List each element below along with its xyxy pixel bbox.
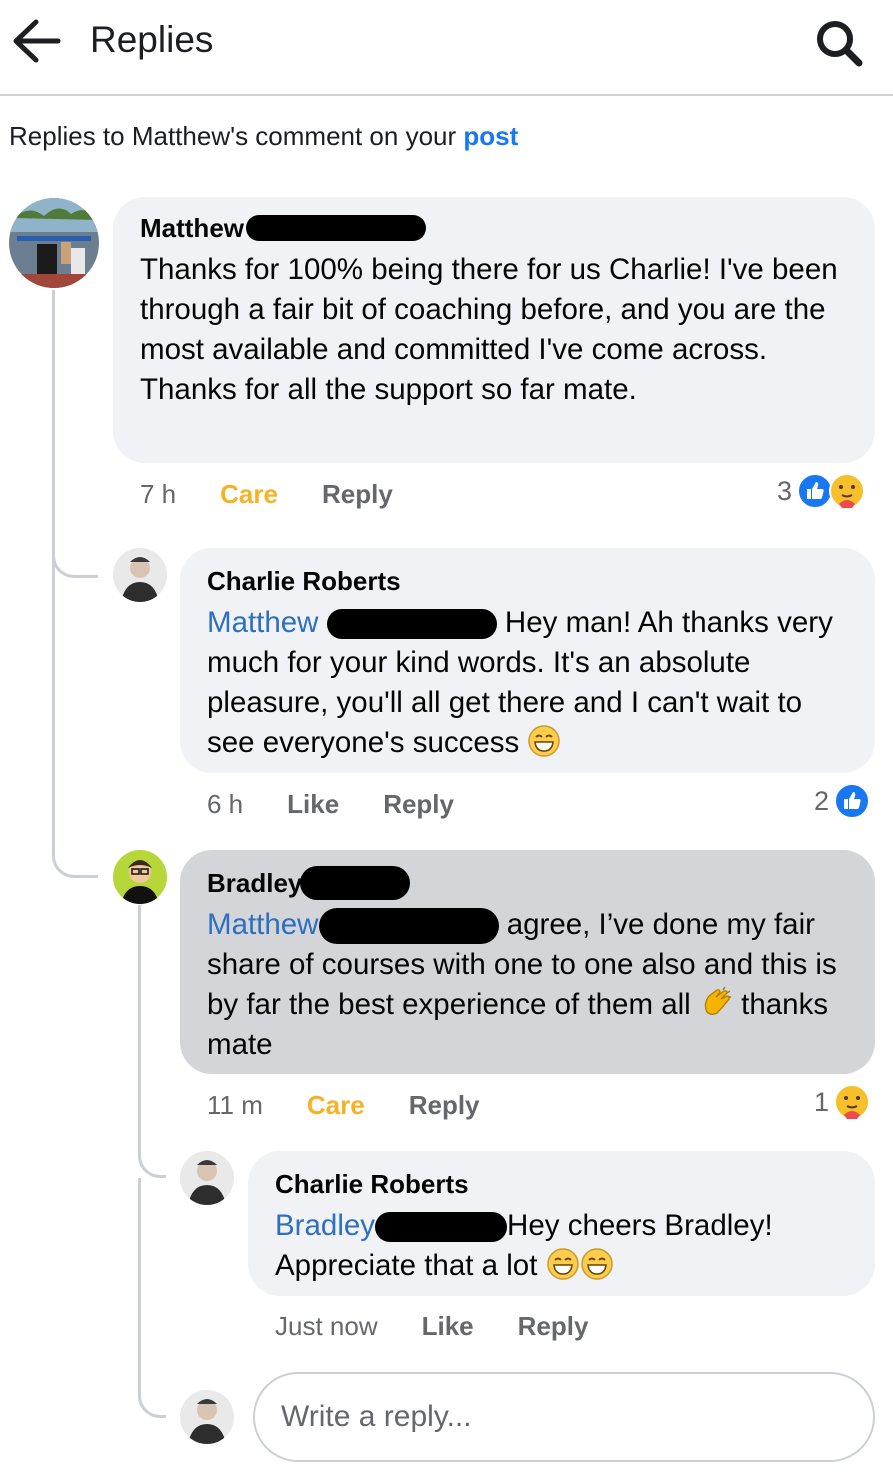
comment-actions: Just now Like Reply <box>275 1311 632 1342</box>
reaction-count: 3 <box>777 475 793 506</box>
illustrated-avatar-icon <box>113 850 167 904</box>
care-button[interactable]: Care <box>307 1090 365 1121</box>
context-text: Replies to Matthew's comment on your <box>9 121 464 151</box>
comment-actions: 6 h Like Reply <box>207 789 498 820</box>
page-title: Replies <box>90 19 214 60</box>
comment-bubble-highlighted: Bradley Matthew agree, I’ve done my fair… <box>180 850 875 1074</box>
comment-actions: 11 m Care Reply <box>207 1090 524 1121</box>
comment-author[interactable]: Charlie Roberts <box>207 564 855 598</box>
reaction-summary[interactable]: 3 <box>777 471 866 511</box>
arrow-left-icon[interactable] <box>10 18 62 64</box>
reaction-summary[interactable]: 2 <box>814 781 871 821</box>
profile-avatar-icon <box>113 548 167 602</box>
thread-connector <box>52 578 98 878</box>
comment-text: Thanks for 100% being there for us Charl… <box>140 253 838 406</box>
mention-link[interactable]: Matthew <box>207 908 319 941</box>
grinning-emoji-icon <box>580 1247 614 1281</box>
grinning-emoji-icon <box>527 724 561 758</box>
thread-line <box>138 905 141 1155</box>
comment-bubble: Matthew Thanks for 100% being there for … <box>113 197 875 463</box>
care-button[interactable]: Care <box>220 479 278 510</box>
thread-line <box>52 290 55 580</box>
author-name[interactable]: Bradley <box>207 868 302 898</box>
post-link[interactable]: post <box>463 121 518 151</box>
search-icon[interactable] <box>812 16 866 70</box>
clapping-hands-emoji-icon <box>699 986 733 1020</box>
avatar[interactable] <box>180 1151 234 1205</box>
thread-connector <box>138 1178 166 1418</box>
comment-bubble: Charlie Roberts Bradley Hey cheers Bradle… <box>248 1151 875 1296</box>
grinning-emoji-icon <box>546 1247 580 1281</box>
comment-author[interactable]: Charlie Roberts <box>275 1167 855 1201</box>
care-reaction-icon <box>829 473 866 509</box>
comment-actions: 7 h Care Reply <box>140 479 437 510</box>
redaction-mark <box>326 609 497 640</box>
reply-input[interactable] <box>253 1372 875 1462</box>
avatar[interactable] <box>113 850 167 904</box>
comment-time: Just now <box>275 1311 378 1341</box>
profile-avatar-icon <box>180 1390 234 1444</box>
like-reaction-icon <box>834 783 871 819</box>
comment-author[interactable]: Bradley <box>207 866 855 900</box>
reply-button[interactable]: Reply <box>383 789 454 820</box>
thread-connector <box>138 1130 166 1178</box>
avatar[interactable] <box>9 198 99 288</box>
care-reaction-icon <box>834 1084 871 1120</box>
redaction-mark <box>300 866 411 900</box>
mention-link[interactable]: Bradley <box>275 1209 375 1242</box>
mention-link[interactable]: Matthew <box>207 606 319 639</box>
composer-avatar <box>180 1390 234 1444</box>
comment-text: Bradley Hey cheers Bradley! Appreciate th… <box>275 1206 855 1286</box>
comment-text: Matthew agree, I’ve done my fair share o… <box>207 905 855 1065</box>
author-name[interactable]: Matthew <box>140 213 244 243</box>
reply-button[interactable]: Reply <box>322 479 393 510</box>
thread-connector <box>52 540 98 578</box>
reply-context: Replies to Matthew's comment on your pos… <box>9 121 518 152</box>
reply-button[interactable]: Reply <box>518 1311 589 1342</box>
redaction-mark <box>246 215 426 241</box>
comment-bubble: Charlie Roberts Matthew Hey man! Ah than… <box>180 548 875 773</box>
comment-time: 7 h <box>140 479 177 509</box>
redaction-mark <box>318 908 499 945</box>
redaction-mark <box>375 1212 508 1243</box>
like-button[interactable]: Like <box>422 1311 474 1342</box>
reply-button[interactable]: Reply <box>409 1090 480 1121</box>
comment-author[interactable]: Matthew <box>140 211 855 245</box>
comment-text: Matthew Hey man! Ah thanks very much for… <box>207 603 855 763</box>
photo-avatar-icon <box>9 198 99 288</box>
like-button[interactable]: Like <box>287 789 339 820</box>
top-bar: Replies <box>0 0 893 96</box>
reaction-count: 1 <box>814 1086 830 1117</box>
avatar[interactable] <box>113 548 167 602</box>
comment-time: 6 h <box>207 789 244 819</box>
comment-time: 11 m <box>207 1090 263 1120</box>
reaction-summary[interactable]: 1 <box>814 1082 871 1122</box>
profile-avatar-icon <box>180 1151 234 1205</box>
reaction-count: 2 <box>814 785 830 816</box>
